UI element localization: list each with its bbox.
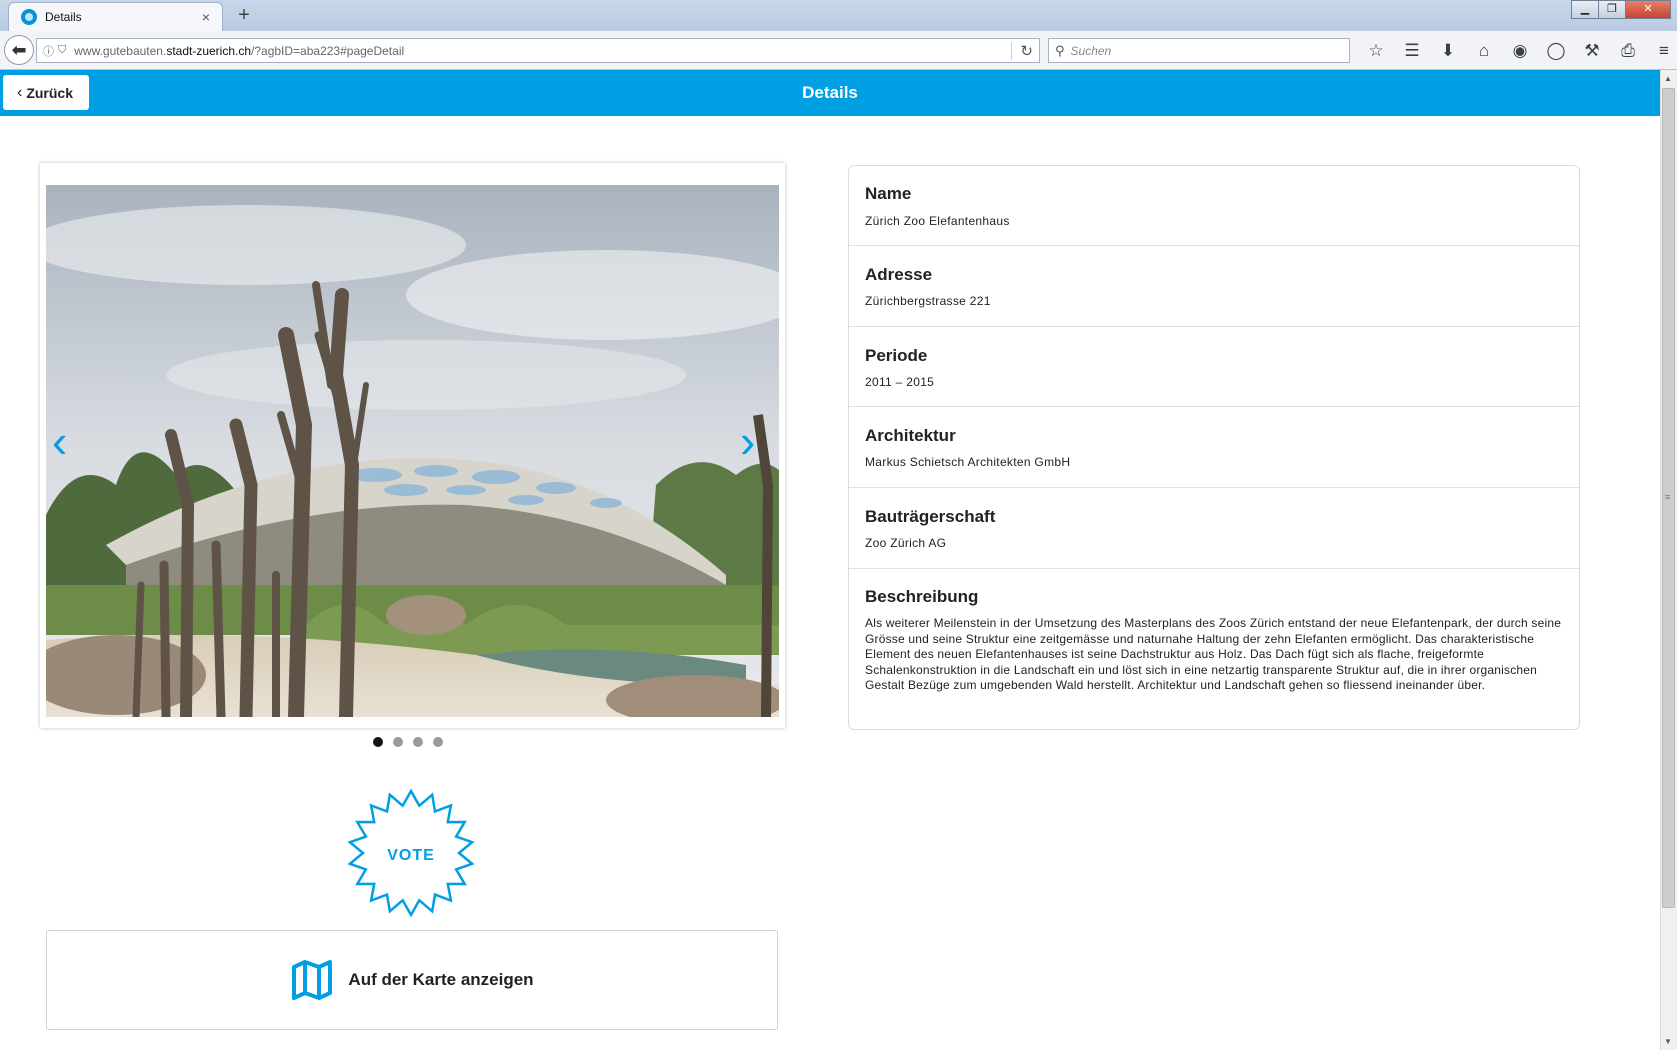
details-card: Name Zürich Zoo Elefantenhaus Adresse Zü…	[848, 165, 1580, 730]
detail-label: Bauträgerschaft	[865, 507, 996, 526]
window-controls: ▁ ❐ ✕	[1571, 0, 1671, 19]
print-icon[interactable]: ⎙	[1610, 40, 1646, 62]
scroll-grip-icon: ≡	[1665, 492, 1671, 502]
vote-button[interactable]: VOTE	[346, 788, 476, 918]
scroll-up-icon[interactable]: ▲	[1664, 74, 1672, 83]
detail-row-name: Name Zürich Zoo Elefantenhaus	[849, 166, 1579, 246]
tab-title: Details	[45, 10, 82, 24]
minimize-icon[interactable]: ▁	[1571, 0, 1599, 19]
back-button[interactable]: ‹ Zurück	[3, 75, 89, 110]
window-close-icon[interactable]: ✕	[1625, 0, 1671, 19]
restore-icon[interactable]: ❐	[1598, 0, 1626, 19]
info-icon[interactable]: ⓘ	[43, 43, 54, 59]
download-icon[interactable]: ⬇	[1430, 40, 1466, 62]
menu-hamburger-icon[interactable]: ≡	[1646, 40, 1677, 62]
search-icon: ⚲	[1055, 42, 1065, 58]
app-header: Details ‹ Zurück	[0, 70, 1660, 116]
search-input[interactable]: ⚲ Suchen	[1048, 38, 1350, 63]
tools-wrench-icon[interactable]: ⚒	[1574, 40, 1610, 62]
slider-dot-3[interactable]	[413, 737, 423, 747]
detail-label: Beschreibung	[865, 587, 979, 606]
slider-dot-2[interactable]	[393, 737, 403, 747]
url-domain-main: stadt-zuerich.ch	[166, 43, 252, 58]
slider-next-arrow-icon[interactable]: ›	[740, 418, 755, 464]
show-on-map-button[interactable]: Auf der Karte anzeigen	[46, 930, 778, 1030]
home-icon[interactable]: ⌂	[1466, 40, 1502, 62]
detail-label: Adresse	[865, 265, 933, 284]
detail-value: 2011 – 2015	[865, 375, 935, 389]
browser-tab[interactable]: Details ×	[8, 2, 223, 31]
detail-value: Zoo Zürich AG	[865, 536, 947, 550]
url-domain-prefix: www.gutebauten.	[74, 43, 167, 58]
slider-dot-4[interactable]	[433, 737, 443, 747]
building-photo	[46, 185, 779, 717]
slider-pagination	[373, 737, 453, 747]
browser-toolbar: ☆ ☰ ⬇ ⌂ ◉ ◯ ⚒ ⎙ ≡	[1358, 40, 1677, 62]
bookmark-star-icon[interactable]: ☆	[1358, 40, 1394, 62]
shield-icon: ⛉	[58, 44, 67, 56]
browser-titlebar: Details × + ▁ ❐ ✕	[0, 0, 1677, 31]
detail-description-text: Als weiterer Meilenstein in der Umsetzun…	[865, 616, 1562, 693]
detail-row-address: Adresse Zürichbergstrasse 221	[849, 246, 1579, 327]
reload-icon[interactable]: ↻	[1011, 41, 1033, 60]
vote-label: VOTE	[387, 847, 435, 864]
detail-value: Markus Schietsch Architekten GmbH	[865, 455, 1071, 469]
arrow-left-icon: ⬅	[11, 39, 27, 60]
detail-row-architecture: Architektur Markus Schietsch Architekten…	[849, 407, 1579, 488]
browser-back-button[interactable]: ⬅	[4, 35, 34, 65]
url-path: /?agbID=aba223#pageDetail	[251, 43, 405, 58]
page-title: Details	[802, 83, 858, 102]
detail-row-period: Periode 2011 – 2015	[849, 327, 1579, 407]
url-text[interactable]: www.gutebauten.stadt-zuerich.ch/?agbID=a…	[74, 44, 1011, 58]
address-bar[interactable]: ⓘ ⛉ www.gutebauten.stadt-zuerich.ch/?agb…	[36, 38, 1040, 63]
show-on-map-label: Auf der Karte anzeigen	[348, 970, 534, 989]
elephant-house-photo	[46, 185, 779, 717]
detail-value: Zürichbergstrasse 221	[865, 294, 991, 308]
detail-label: Architektur	[865, 426, 956, 445]
detail-label: Name	[865, 184, 912, 203]
detail-label: Periode	[865, 346, 928, 365]
chat-icon[interactable]: ◯	[1538, 40, 1574, 62]
chevron-left-icon: ‹	[17, 83, 23, 101]
image-slider: ‹ ›	[40, 163, 785, 728]
new-tab-button[interactable]: +	[232, 4, 256, 27]
browser-navbar: ⬅ ⓘ ⛉ www.gutebauten.stadt-zuerich.ch/?a…	[0, 31, 1677, 70]
back-button-label: Zurück	[26, 84, 74, 101]
tab-close-icon[interactable]: ×	[198, 9, 214, 25]
map-icon	[292, 960, 333, 1000]
slider-dot-1[interactable]	[373, 737, 383, 747]
site-favicon-icon	[21, 9, 37, 25]
slider-prev-arrow-icon[interactable]: ‹	[52, 418, 67, 464]
account-icon[interactable]: ◉	[1502, 40, 1538, 62]
detail-value: Zürich Zoo Elefantenhaus	[865, 214, 1010, 228]
search-placeholder: Suchen	[1070, 43, 1112, 58]
detail-row-description: Beschreibung Als weiterer Meilenstein in…	[849, 569, 1579, 729]
detail-row-developer: Bauträgerschaft Zoo Zürich AG	[849, 488, 1579, 569]
reading-list-icon[interactable]: ☰	[1394, 40, 1430, 62]
scroll-down-icon[interactable]: ▼	[1664, 1037, 1672, 1046]
